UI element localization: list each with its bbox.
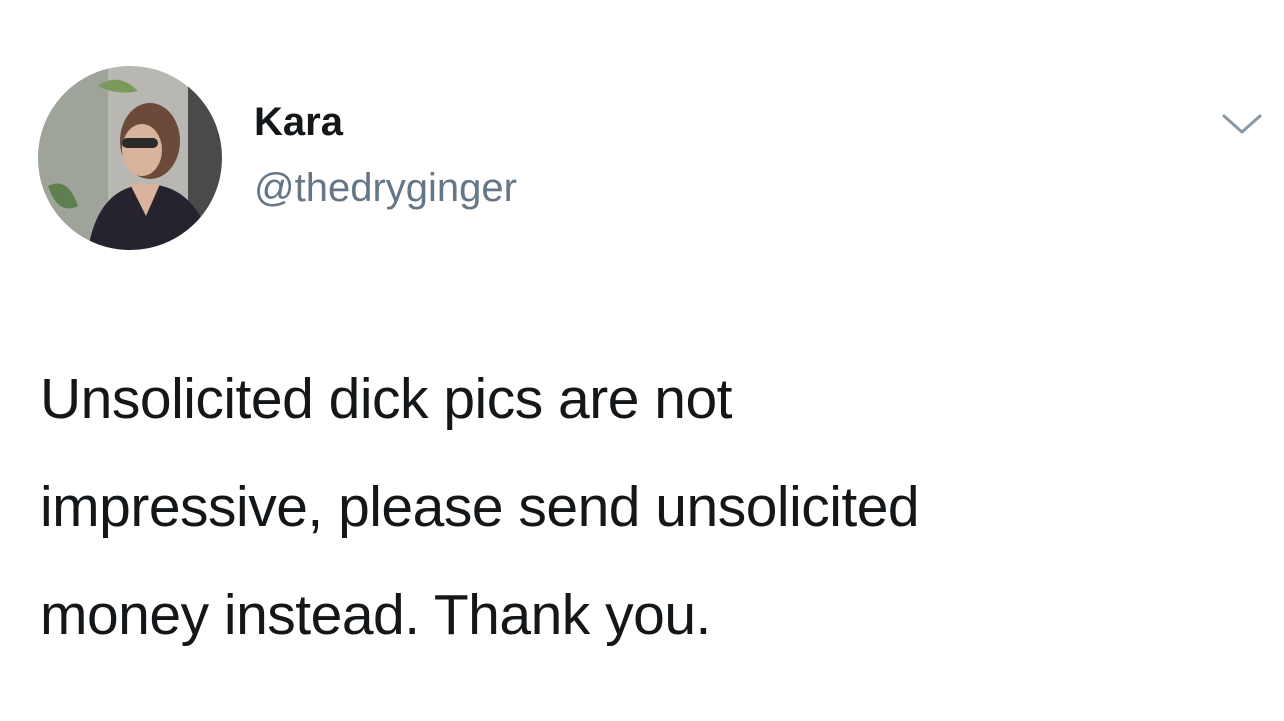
tweet-body: Unsolicited dick pics are not impressive… xyxy=(40,345,1240,669)
avatar-image xyxy=(38,66,222,250)
tweet-header: Kara @thedryginger xyxy=(38,66,517,250)
tweet-line: impressive, please send unsolicited xyxy=(40,475,920,539)
author-names: Kara @thedryginger xyxy=(254,99,517,211)
tweet-menu-button[interactable] xyxy=(1220,110,1264,140)
tweet-line: money instead. Thank you. xyxy=(40,583,711,647)
tweet-card: Kara @thedryginger Unsolicited dick pics… xyxy=(0,0,1284,721)
chevron-down-icon xyxy=(1222,114,1262,134)
user-handle[interactable]: @thedryginger xyxy=(254,165,517,211)
tweet-line: Unsolicited dick pics are not xyxy=(40,367,733,431)
avatar[interactable] xyxy=(38,66,222,250)
display-name[interactable]: Kara xyxy=(254,99,517,145)
